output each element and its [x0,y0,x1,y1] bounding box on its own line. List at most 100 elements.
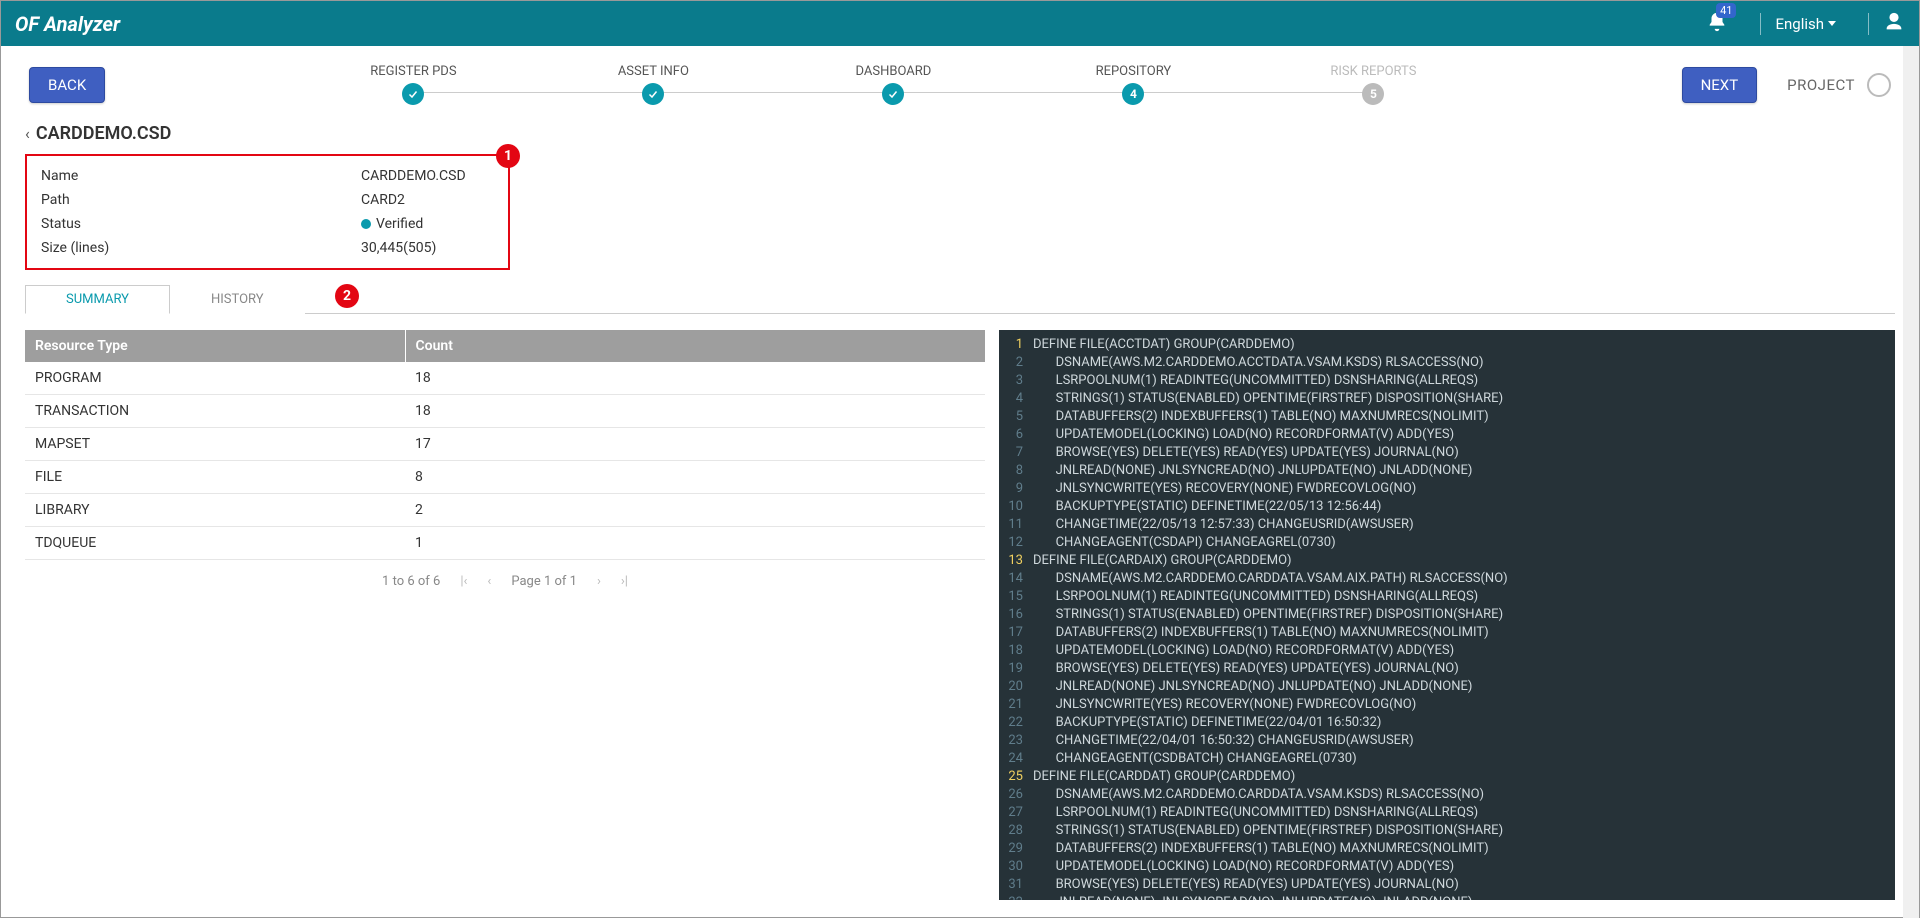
user-menu-button[interactable] [1883,11,1905,37]
code-line: 8 JNLREAD(NONE) JNLSYNCREAD(NO) JNLUPDAT… [999,462,1895,480]
wizard-step[interactable]: ASSET INFO [533,64,773,105]
code-line: 1DEFINE FILE(ACCTDAT) GROUP(CARDDEMO) [999,336,1895,354]
line-text: DEFINE FILE(ACCTDAT) GROUP(CARDDEMO) [1033,336,1295,354]
notifications-button[interactable]: 41 [1706,11,1728,37]
line-number: 13 [999,552,1033,570]
code-line: 32 JNLREAD(NONE) JNLSYNCREAD(NO) JNLUPDA… [999,894,1895,900]
line-number: 19 [999,660,1033,678]
callout-badge-1: 1 [496,144,520,168]
line-text: STRINGS(1) STATUS(ENABLED) OPENTIME(FIRS… [1033,390,1503,408]
top-bar: OF Analyzer 41 English [1,1,1919,46]
col-count[interactable]: Count [405,330,985,362]
caret-down-icon [1828,21,1836,26]
step-number: 5 [1362,83,1384,105]
table-row[interactable]: MAPSET17 [25,428,985,461]
header-divider [1760,13,1761,35]
header-divider [1868,13,1869,35]
line-text: BROWSE(YES) DELETE(YES) READ(YES) UPDATE… [1033,444,1459,462]
code-line: 20 JNLREAD(NONE) JNLSYNCREAD(NO) JNLUPDA… [999,678,1895,696]
info-size-key: Size (lines) [41,240,361,256]
status-dot-icon [361,219,371,229]
code-line: 6 UPDATEMODEL(LOCKING) LOAD(NO) RECORDFO… [999,426,1895,444]
table-row[interactable]: PROGRAM18 [25,362,985,395]
back-button[interactable]: BACK [29,67,105,103]
wizard-step[interactable]: RISK REPORTS 5 [1253,64,1493,105]
table-row[interactable]: TDQUEUE1 [25,527,985,560]
code-viewer[interactable]: 1DEFINE FILE(ACCTDAT) GROUP(CARDDEMO)2 D… [999,330,1895,900]
line-text: DEFINE FILE(CARDAIX) GROUP(CARDDEMO) [1033,552,1292,570]
info-status-key: Status [41,216,361,232]
next-button[interactable]: NEXT [1682,67,1758,103]
code-line: 3 LSRPOOLNUM(1) READINTEG(UNCOMMITTED) D… [999,372,1895,390]
notification-count-badge: 41 [1716,3,1736,18]
pager-first-icon[interactable]: |‹ [460,574,467,589]
wizard-step-label: RISK REPORTS [1330,64,1416,79]
line-number: 17 [999,624,1033,642]
line-text: UPDATEMODEL(LOCKING) LOAD(NO) RECORDFORM… [1033,642,1454,660]
wizard-step[interactable]: DASHBOARD [773,64,1013,105]
line-text: CHANGEAGENT(CSDAPI) CHANGEAGREL(0730) [1033,534,1336,552]
cell-count: 17 [405,428,985,461]
breadcrumb[interactable]: ‹ CARDDEMO.CSD [25,123,1895,144]
line-text: DSNAME(AWS.M2.CARDDEMO.CARDDATA.VSAM.AIX… [1033,570,1508,588]
check-icon [882,83,904,105]
window-scrollbar[interactable] [1903,46,1919,918]
line-number: 21 [999,696,1033,714]
line-number: 20 [999,678,1033,696]
line-text: DATABUFFERS(2) INDEXBUFFERS(1) TABLE(NO)… [1033,408,1489,426]
project-label: PROJECT [1787,76,1855,94]
line-text: BACKUPTYPE(STATIC) DEFINETIME(22/04/01 1… [1033,714,1381,732]
code-line: 2 DSNAME(AWS.M2.CARDDEMO.ACCTDATA.VSAM.K… [999,354,1895,372]
code-line: 18 UPDATEMODEL(LOCKING) LOAD(NO) RECORDF… [999,642,1895,660]
line-text: LSRPOOLNUM(1) READINTEG(UNCOMMITTED) DSN… [1033,372,1478,390]
check-icon [642,83,664,105]
cell-count: 1 [405,527,985,560]
code-line: 4 STRINGS(1) STATUS(ENABLED) OPENTIME(FI… [999,390,1895,408]
summary-table-column: Resource Type Count PROGRAM18TRANSACTION… [25,330,985,900]
language-selector[interactable]: English [1775,15,1836,33]
cell-resource-type: TRANSACTION [25,395,405,428]
line-text: DSNAME(AWS.M2.CARDDEMO.ACCTDATA.VSAM.KSD… [1033,354,1484,372]
cell-count: 18 [405,362,985,395]
tab-history[interactable]: HISTORY [170,285,305,314]
table-row[interactable]: TRANSACTION18 [25,395,985,428]
table-row[interactable]: FILE8 [25,461,985,494]
language-label: English [1775,15,1824,33]
col-resource-type[interactable]: Resource Type [25,330,405,362]
code-line: 21 JNLSYNCWRITE(YES) RECOVERY(NONE) FWDR… [999,696,1895,714]
line-number: 7 [999,444,1033,462]
line-text: LSRPOOLNUM(1) READINTEG(UNCOMMITTED) DSN… [1033,804,1478,822]
wizard-step-label: DASHBOARD [855,64,931,79]
code-line: 23 CHANGETIME(22/04/01 16:50:32) CHANGEU… [999,732,1895,750]
wizard-step-label: ASSET INFO [618,64,689,79]
table-row[interactable]: LIBRARY2 [25,494,985,527]
line-number: 10 [999,498,1033,516]
line-number: 29 [999,840,1033,858]
line-number: 31 [999,876,1033,894]
line-number: 5 [999,408,1033,426]
line-text: JNLREAD(NONE) JNLSYNCREAD(NO) JNLUPDATE(… [1033,678,1472,696]
line-text: BROWSE(YES) DELETE(YES) READ(YES) UPDATE… [1033,660,1459,678]
pager-prev-icon[interactable]: ‹ [487,574,491,589]
callout-badge-2: 2 [335,284,359,308]
pager-last-icon[interactable]: ›| [621,574,628,589]
info-name-key: Name [41,168,361,184]
code-line: 31 BROWSE(YES) DELETE(YES) READ(YES) UPD… [999,876,1895,894]
line-text: DEFINE FILE(CARDDAT) GROUP(CARDDEMO) [1033,768,1295,786]
code-line: 13DEFINE FILE(CARDAIX) GROUP(CARDDEMO) [999,552,1895,570]
cell-count: 18 [405,395,985,428]
pager-next-icon[interactable]: › [597,574,601,589]
code-line: 30 UPDATEMODEL(LOCKING) LOAD(NO) RECORDF… [999,858,1895,876]
tab-summary[interactable]: SUMMARY [25,285,170,314]
line-number: 3 [999,372,1033,390]
wizard-step[interactable]: REPOSITORY4 [1013,64,1253,105]
code-line: 24 CHANGEAGENT(CSDBATCH) CHANGEAGREL(073… [999,750,1895,768]
pager-range: 1 to 6 of 6 [382,574,440,589]
wizard-step[interactable]: REGISTER PDS [293,64,533,105]
line-number: 6 [999,426,1033,444]
line-text: CHANGETIME(22/04/01 16:50:32) CHANGEUSRI… [1033,732,1414,750]
pager-page: Page 1 of 1 [511,574,577,589]
code-line: 15 LSRPOOLNUM(1) READINTEG(UNCOMMITTED) … [999,588,1895,606]
wizard-step-label: REGISTER PDS [370,64,456,79]
line-text: CHANGETIME(22/05/13 12:57:33) CHANGEUSRI… [1033,516,1414,534]
